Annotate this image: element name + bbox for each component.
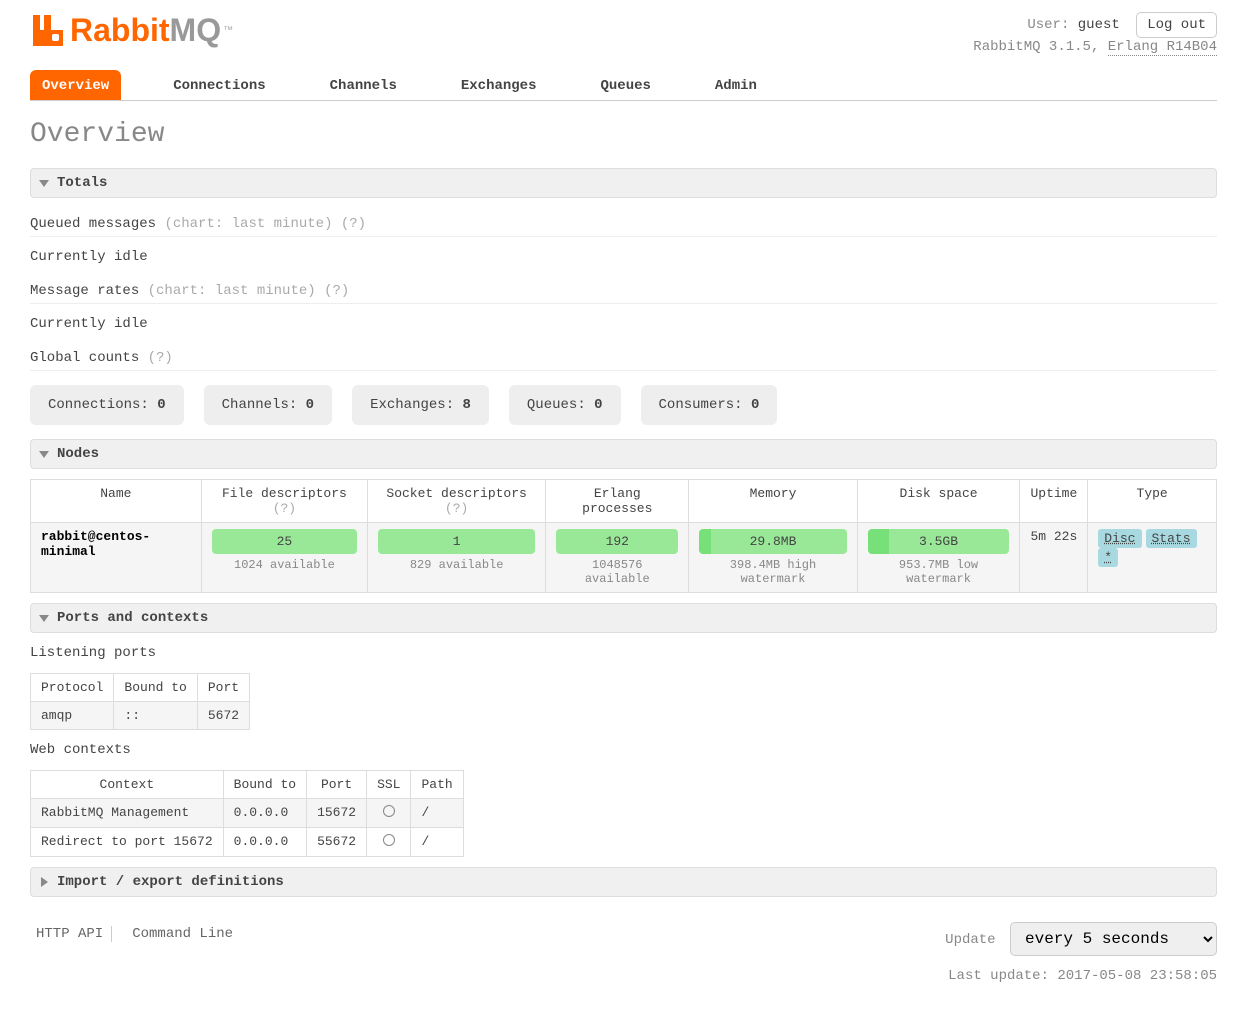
main-tabs: Overview Connections Channels Exchanges … [30,70,1217,101]
col-fd: File descriptors (?) [201,479,367,522]
col-bound: Bound to [223,770,306,798]
section-nodes-header[interactable]: Nodes [30,439,1217,469]
tab-connections[interactable]: Connections [161,70,277,100]
logo: RabbitMQ™ [30,12,233,49]
fd-cell: 251024 available [201,522,367,592]
type-cell: Disc Stats * [1088,522,1217,592]
app-version: 3.1.5 [1049,39,1091,55]
user-label: User: [1027,17,1069,33]
rates-idle-text: Currently idle [30,316,1217,332]
uptime-cell: 5m 22s [1020,522,1088,592]
ep-cell: 1921048576 available [546,522,689,592]
count-queues[interactable]: Queues: 0 [509,385,621,425]
last-update: Last update: 2017-05-08 23:58:05 [945,968,1217,984]
tab-queues[interactable]: Queues [588,70,662,100]
help-icon[interactable]: (?) [148,350,173,366]
count-channels[interactable]: Channels: 0 [204,385,332,425]
chevron-down-icon [39,613,49,623]
node-name-cell[interactable]: rabbit@centos-minimal [31,522,202,592]
col-path: Path [411,770,463,798]
disk-cell: 3.5GB953.7MB low watermark [857,522,1020,592]
col-context: Context [31,770,224,798]
user-name: guest [1078,17,1120,33]
nodes-table: Name File descriptors (?) Socket descrip… [30,479,1217,593]
tab-exchanges[interactable]: Exchanges [449,70,549,100]
col-ssl: SSL [367,770,411,798]
queued-idle-text: Currently idle [30,249,1217,265]
chevron-right-icon [39,877,49,887]
col-protocol: Protocol [31,673,114,701]
tab-overview[interactable]: Overview [30,70,121,100]
col-disk: Disk space [857,479,1020,522]
queued-messages-heading: Queued messages (chart: last minute) (?) [30,216,1217,237]
update-interval-select[interactable]: every 5 seconds [1010,922,1217,956]
command-line-link[interactable]: Command Line [126,926,239,942]
section-ports-header[interactable]: Ports and contexts [30,603,1217,633]
chevron-down-icon [39,449,49,459]
col-name: Name [31,479,202,522]
count-consumers[interactable]: Consumers: 0 [641,385,778,425]
web-contexts-table: Context Bound to Port SSL Path RabbitMQ … [30,770,464,857]
footer: HTTP API Command Line Update every 5 seco… [30,922,1217,984]
tab-admin[interactable]: Admin [703,70,769,100]
global-counts-heading: Global counts (?) [30,350,1217,371]
help-icon[interactable]: (?) [445,501,468,516]
count-connections[interactable]: Connections: 0 [30,385,184,425]
col-uptime: Uptime [1020,479,1088,522]
help-icon[interactable]: (?) [273,501,296,516]
section-totals-header[interactable]: Totals [30,168,1217,198]
trademark: ™ [223,25,233,36]
type-star-tag[interactable]: * [1098,548,1118,567]
col-bound: Bound to [114,673,197,701]
col-sd: Socket descriptors (?) [368,479,546,522]
node-row: rabbit@centos-minimal 251024 available 1… [31,522,1217,592]
mem-cell: 29.8MB398.4MB high watermark [689,522,857,592]
col-ep: Erlang processes [546,479,689,522]
col-mem: Memory [689,479,857,522]
type-stats-tag[interactable]: Stats [1146,529,1197,548]
count-exchanges[interactable]: Exchanges: 8 [352,385,489,425]
user-info: User: guest Log out RabbitMQ 3.1.5, Erla… [973,12,1217,58]
table-row: Redirect to port 15672 0.0.0.0 55672 / [31,827,464,856]
tab-channels[interactable]: Channels [318,70,409,100]
sd-cell: 1829 available [368,522,546,592]
type-disc-tag[interactable]: Disc [1098,529,1141,548]
ssl-off-icon [383,834,395,846]
listening-ports-table: Protocol Bound to Port amqp :: 5672 [30,673,250,730]
app-name: RabbitMQ [973,39,1040,55]
ssl-off-icon [383,805,395,817]
logout-button[interactable]: Log out [1136,12,1217,38]
message-rates-heading: Message rates (chart: last minute) (?) [30,283,1217,304]
update-label: Update [945,932,995,948]
http-api-link[interactable]: HTTP API [30,926,109,942]
table-row: RabbitMQ Management 0.0.0.0 15672 / [31,798,464,827]
table-row: amqp :: 5672 [31,701,250,729]
col-type: Type [1088,479,1217,522]
web-contexts-title: Web contexts [30,742,1217,758]
help-icon[interactable]: (?) [324,283,349,299]
listening-ports-title: Listening ports [30,645,1217,661]
help-icon[interactable]: (?) [341,216,366,232]
chevron-down-icon [39,178,49,188]
page-title: Overview [30,119,1217,150]
col-port: Port [307,770,367,798]
col-port: Port [197,673,249,701]
header: RabbitMQ™ User: guest Log out RabbitMQ 3… [30,0,1217,58]
global-counts: Connections: 0 Channels: 0 Exchanges: 8 … [30,385,1217,425]
rabbitmq-icon [30,13,66,49]
section-import-header[interactable]: Import / export definitions [30,867,1217,897]
